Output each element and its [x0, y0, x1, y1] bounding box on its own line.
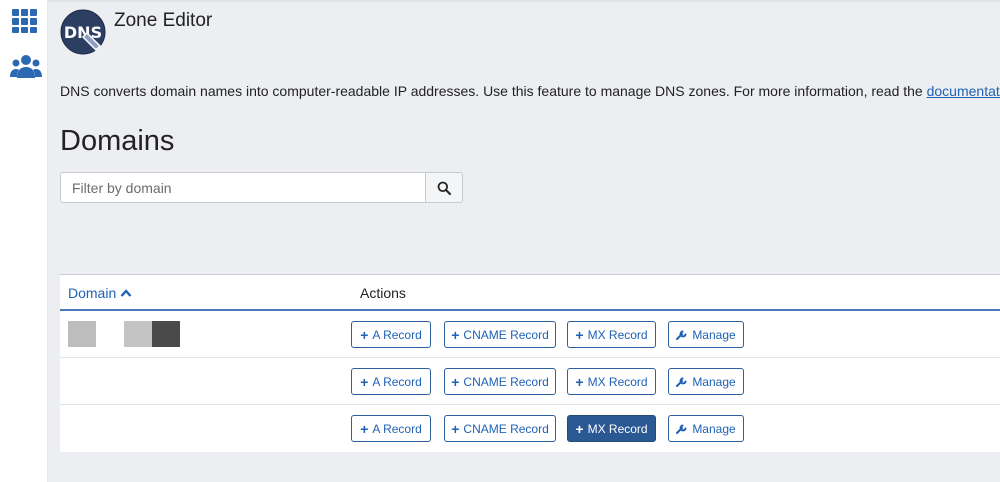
sort-ascending-icon: [120, 289, 132, 297]
plus-icon: +: [360, 373, 369, 390]
wrench-icon: [676, 424, 687, 434]
plus-icon: +: [575, 373, 584, 390]
table-row: + A Record + CNAME Record + MX Record Manag…: [60, 405, 1000, 452]
add-cname-record-button[interactable]: + CNAME Record: [444, 415, 556, 442]
domain-cell-redacted: [68, 358, 218, 405]
add-mx-record-button[interactable]: + MX Record: [567, 321, 656, 348]
wrench-icon: [676, 377, 687, 387]
button-label: MX Record: [587, 421, 648, 436]
filter-domain-input[interactable]: [60, 172, 426, 203]
users-icon[interactable]: [10, 54, 42, 80]
plus-icon: +: [360, 326, 369, 343]
actions-column-header: Actions: [360, 285, 406, 301]
plus-icon: +: [451, 326, 460, 343]
plus-icon: +: [575, 420, 584, 437]
add-a-record-button[interactable]: + A Record: [351, 321, 431, 348]
plus-icon: +: [360, 420, 369, 437]
add-a-record-button[interactable]: + A Record: [351, 368, 431, 395]
add-a-record-button[interactable]: + A Record: [351, 415, 431, 442]
plus-icon: +: [575, 326, 584, 343]
apps-grid-icon[interactable]: [10, 8, 38, 34]
domains-table: Domain Actions + A Record + CNAME Record +…: [60, 274, 1000, 452]
search-button[interactable]: [426, 172, 463, 203]
plus-icon: +: [451, 420, 460, 437]
page-description: DNS converts domain names into computer-…: [60, 83, 1000, 99]
button-label: Manage: [692, 421, 736, 436]
documentation-link[interactable]: documentation: [927, 83, 1000, 99]
plus-icon: +: [451, 373, 460, 390]
add-cname-record-button[interactable]: + CNAME Record: [444, 368, 556, 395]
add-mx-record-button-active[interactable]: + MX Record: [567, 415, 656, 442]
dns-logo-icon: DNS: [60, 9, 106, 55]
button-label: Manage: [692, 327, 736, 342]
button-label: A Record: [372, 374, 422, 389]
domain-cell-redacted: [68, 311, 218, 358]
button-label: A Record: [372, 327, 422, 342]
svg-text:DNS: DNS: [64, 23, 102, 42]
sidebar: [0, 0, 48, 482]
page-title: Zone Editor: [114, 10, 213, 31]
domain-column-header[interactable]: Domain: [68, 285, 132, 301]
button-label: Manage: [692, 374, 736, 389]
add-cname-record-button[interactable]: + CNAME Record: [444, 321, 556, 348]
manage-button[interactable]: Manage: [668, 415, 744, 442]
domains-heading: Domains: [60, 125, 175, 157]
search-icon: [437, 181, 451, 195]
button-label: CNAME Record: [463, 327, 549, 342]
table-row: + A Record + CNAME Record + MX Record Manag…: [60, 358, 1000, 405]
table-header: Domain Actions: [60, 275, 1000, 311]
table-row: + A Record + CNAME Record + MX Record Manag…: [60, 311, 1000, 358]
main-content: DNS Zone Editor DNS converts domain name…: [48, 0, 1000, 482]
add-mx-record-button[interactable]: + MX Record: [567, 368, 656, 395]
button-label: CNAME Record: [463, 374, 549, 389]
manage-button[interactable]: Manage: [668, 368, 744, 395]
button-label: CNAME Record: [463, 421, 549, 436]
domain-filter: [60, 172, 463, 203]
wrench-icon: [676, 330, 687, 340]
description-text: DNS converts domain names into computer-…: [60, 83, 927, 99]
button-label: A Record: [372, 421, 422, 436]
manage-button[interactable]: Manage: [668, 321, 744, 348]
domain-cell-redacted: [68, 405, 218, 452]
domain-column-label: Domain: [68, 285, 117, 301]
top-divider: [48, 0, 1000, 2]
button-label: MX Record: [587, 327, 648, 342]
button-label: MX Record: [587, 374, 648, 389]
